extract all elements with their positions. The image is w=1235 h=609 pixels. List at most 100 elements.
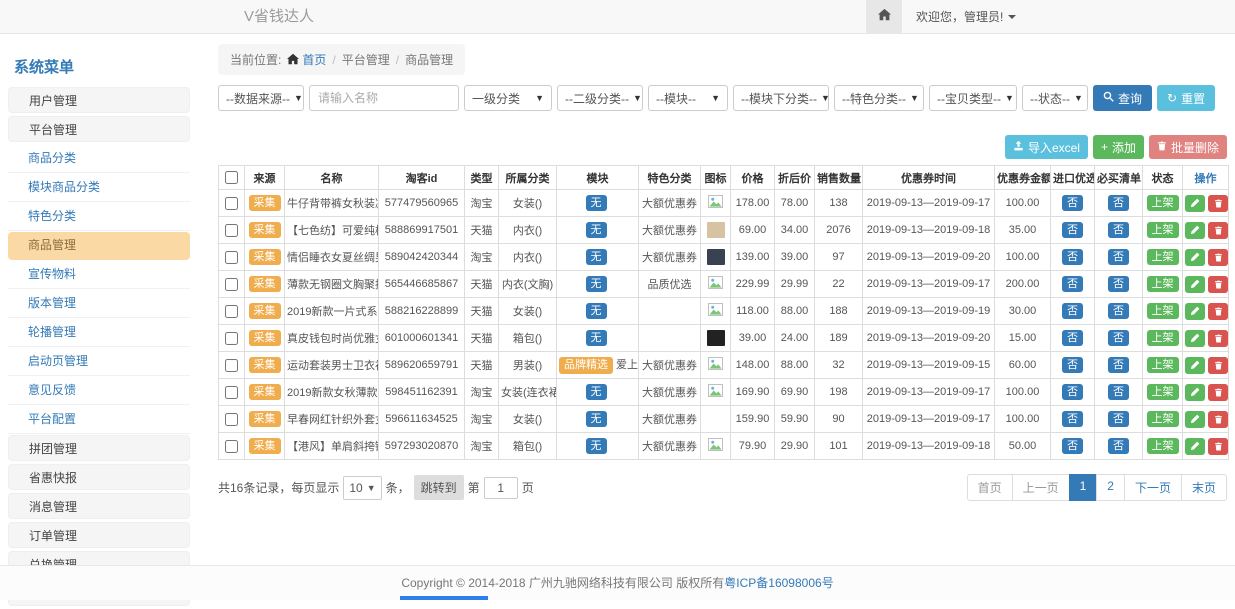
status-toggle[interactable]: 上架 [1147, 276, 1179, 292]
filter-select-8[interactable]: --状态--▼ [1022, 85, 1088, 111]
icp-link[interactable]: 粤ICP备16098006号 [724, 576, 833, 590]
must-buy-toggle[interactable]: 否 [1108, 303, 1129, 319]
pager-button[interactable]: 1 [1069, 474, 1098, 501]
must-buy-toggle[interactable]: 否 [1108, 357, 1129, 373]
row-checkbox[interactable] [225, 251, 238, 264]
sidebar-item-14[interactable]: 消息管理 [8, 493, 190, 519]
filter-select-7[interactable]: --宝贝类型--▼ [929, 85, 1017, 111]
imported-toggle[interactable]: 否 [1062, 384, 1083, 400]
pager-button[interactable]: 下一页 [1124, 474, 1182, 501]
edit-button[interactable] [1185, 303, 1205, 320]
batch-delete-button[interactable]: 批量删除 [1149, 135, 1227, 159]
imported-toggle[interactable]: 否 [1062, 330, 1083, 346]
import-excel-button[interactable]: 导入excel [1005, 135, 1088, 159]
sidebar-item-7[interactable]: 版本管理 [8, 290, 190, 318]
sidebar-item-3[interactable]: 模块商品分类 [8, 174, 190, 202]
row-checkbox[interactable] [225, 224, 238, 237]
status-toggle[interactable]: 上架 [1147, 438, 1179, 454]
sidebar-item-10[interactable]: 意见反馈 [8, 377, 190, 405]
sidebar-item-15[interactable]: 订单管理 [8, 522, 190, 548]
jump-page-input[interactable] [484, 477, 518, 499]
sidebar-item-2[interactable]: 商品分类 [8, 145, 190, 173]
sidebar-item-13[interactable]: 省惠快报 [8, 464, 190, 490]
status-toggle[interactable]: 上架 [1147, 222, 1179, 238]
edit-button[interactable] [1185, 384, 1205, 401]
delete-button[interactable] [1208, 249, 1228, 266]
status-toggle[interactable]: 上架 [1147, 195, 1179, 211]
status-toggle[interactable]: 上架 [1147, 384, 1179, 400]
status-toggle[interactable]: 上架 [1147, 411, 1179, 427]
breadcrumb-home-link[interactable]: 首页 [302, 53, 326, 67]
must-buy-toggle[interactable]: 否 [1108, 411, 1129, 427]
delete-button[interactable] [1208, 276, 1228, 293]
jump-button[interactable]: 跳转到 [414, 475, 464, 500]
row-checkbox[interactable] [225, 305, 238, 318]
row-checkbox[interactable] [225, 386, 238, 399]
sidebar-item-0[interactable]: 用户管理 [8, 87, 190, 113]
row-checkbox[interactable] [225, 440, 238, 453]
row-checkbox[interactable] [225, 278, 238, 291]
status-toggle[interactable]: 上架 [1147, 249, 1179, 265]
sidebar-item-1[interactable]: 平台管理 [8, 116, 190, 142]
row-checkbox[interactable] [225, 413, 238, 426]
delete-button[interactable] [1208, 357, 1228, 374]
filter-select-5[interactable]: --模块下分类--▼ [733, 85, 829, 111]
imported-toggle[interactable]: 否 [1062, 249, 1083, 265]
select-all-checkbox[interactable] [225, 171, 238, 184]
per-page-select[interactable]: 10▼ [343, 476, 381, 500]
filter-select-4[interactable]: --模块--▼ [648, 85, 728, 111]
delete-button[interactable] [1208, 303, 1228, 320]
delete-button[interactable] [1208, 195, 1228, 212]
filter-name-input[interactable] [309, 85, 459, 111]
delete-button[interactable] [1208, 384, 1228, 401]
search-button[interactable]: 查询 [1093, 85, 1152, 111]
edit-button[interactable] [1185, 222, 1205, 239]
user-menu[interactable]: 欢迎您，管理员! [902, 0, 1030, 33]
imported-toggle[interactable]: 否 [1062, 276, 1083, 292]
must-buy-toggle[interactable]: 否 [1108, 330, 1129, 346]
edit-button[interactable] [1185, 330, 1205, 347]
must-buy-toggle[interactable]: 否 [1108, 276, 1129, 292]
edit-button[interactable] [1185, 195, 1205, 212]
must-buy-toggle[interactable]: 否 [1108, 195, 1129, 211]
edit-button[interactable] [1185, 357, 1205, 374]
imported-toggle[interactable]: 否 [1062, 222, 1083, 238]
imported-toggle[interactable]: 否 [1062, 357, 1083, 373]
sidebar-item-8[interactable]: 轮播管理 [8, 319, 190, 347]
delete-button[interactable] [1208, 222, 1228, 239]
status-toggle[interactable]: 上架 [1147, 303, 1179, 319]
sidebar-item-11[interactable]: 平台配置 [8, 406, 190, 434]
pager-button[interactable]: 2 [1096, 474, 1125, 501]
edit-button[interactable] [1185, 276, 1205, 293]
delete-button[interactable] [1208, 438, 1228, 455]
sidebar-item-5[interactable]: 商品管理 [8, 232, 190, 260]
edit-button[interactable] [1185, 438, 1205, 455]
delete-button[interactable] [1208, 330, 1228, 347]
filter-select-2[interactable]: 一级分类▼ [464, 85, 552, 111]
must-buy-toggle[interactable]: 否 [1108, 384, 1129, 400]
sidebar-item-9[interactable]: 启动页管理 [8, 348, 190, 376]
imported-toggle[interactable]: 否 [1062, 438, 1083, 454]
imported-toggle[interactable]: 否 [1062, 303, 1083, 319]
row-checkbox[interactable] [225, 197, 238, 210]
pager-button[interactable]: 末页 [1181, 474, 1227, 501]
imported-toggle[interactable]: 否 [1062, 411, 1083, 427]
filter-select-6[interactable]: --特色分类--▼ [834, 85, 924, 111]
add-button[interactable]: + 添加 [1093, 135, 1144, 159]
sidebar-item-6[interactable]: 宣传物料 [8, 261, 190, 289]
filter-select-0[interactable]: --数据来源--▼ [218, 85, 304, 111]
sidebar-item-12[interactable]: 拼团管理 [8, 435, 190, 461]
must-buy-toggle[interactable]: 否 [1108, 249, 1129, 265]
delete-button[interactable] [1208, 411, 1228, 428]
sidebar-item-4[interactable]: 特色分类 [8, 203, 190, 231]
edit-button[interactable] [1185, 249, 1205, 266]
must-buy-toggle[interactable]: 否 [1108, 438, 1129, 454]
edit-button[interactable] [1185, 411, 1205, 428]
reset-button[interactable]: ↻ 重置 [1157, 85, 1215, 111]
status-toggle[interactable]: 上架 [1147, 357, 1179, 373]
status-toggle[interactable]: 上架 [1147, 330, 1179, 346]
row-checkbox[interactable] [225, 332, 238, 345]
home-button[interactable] [866, 0, 902, 33]
must-buy-toggle[interactable]: 否 [1108, 222, 1129, 238]
row-checkbox[interactable] [225, 359, 238, 372]
